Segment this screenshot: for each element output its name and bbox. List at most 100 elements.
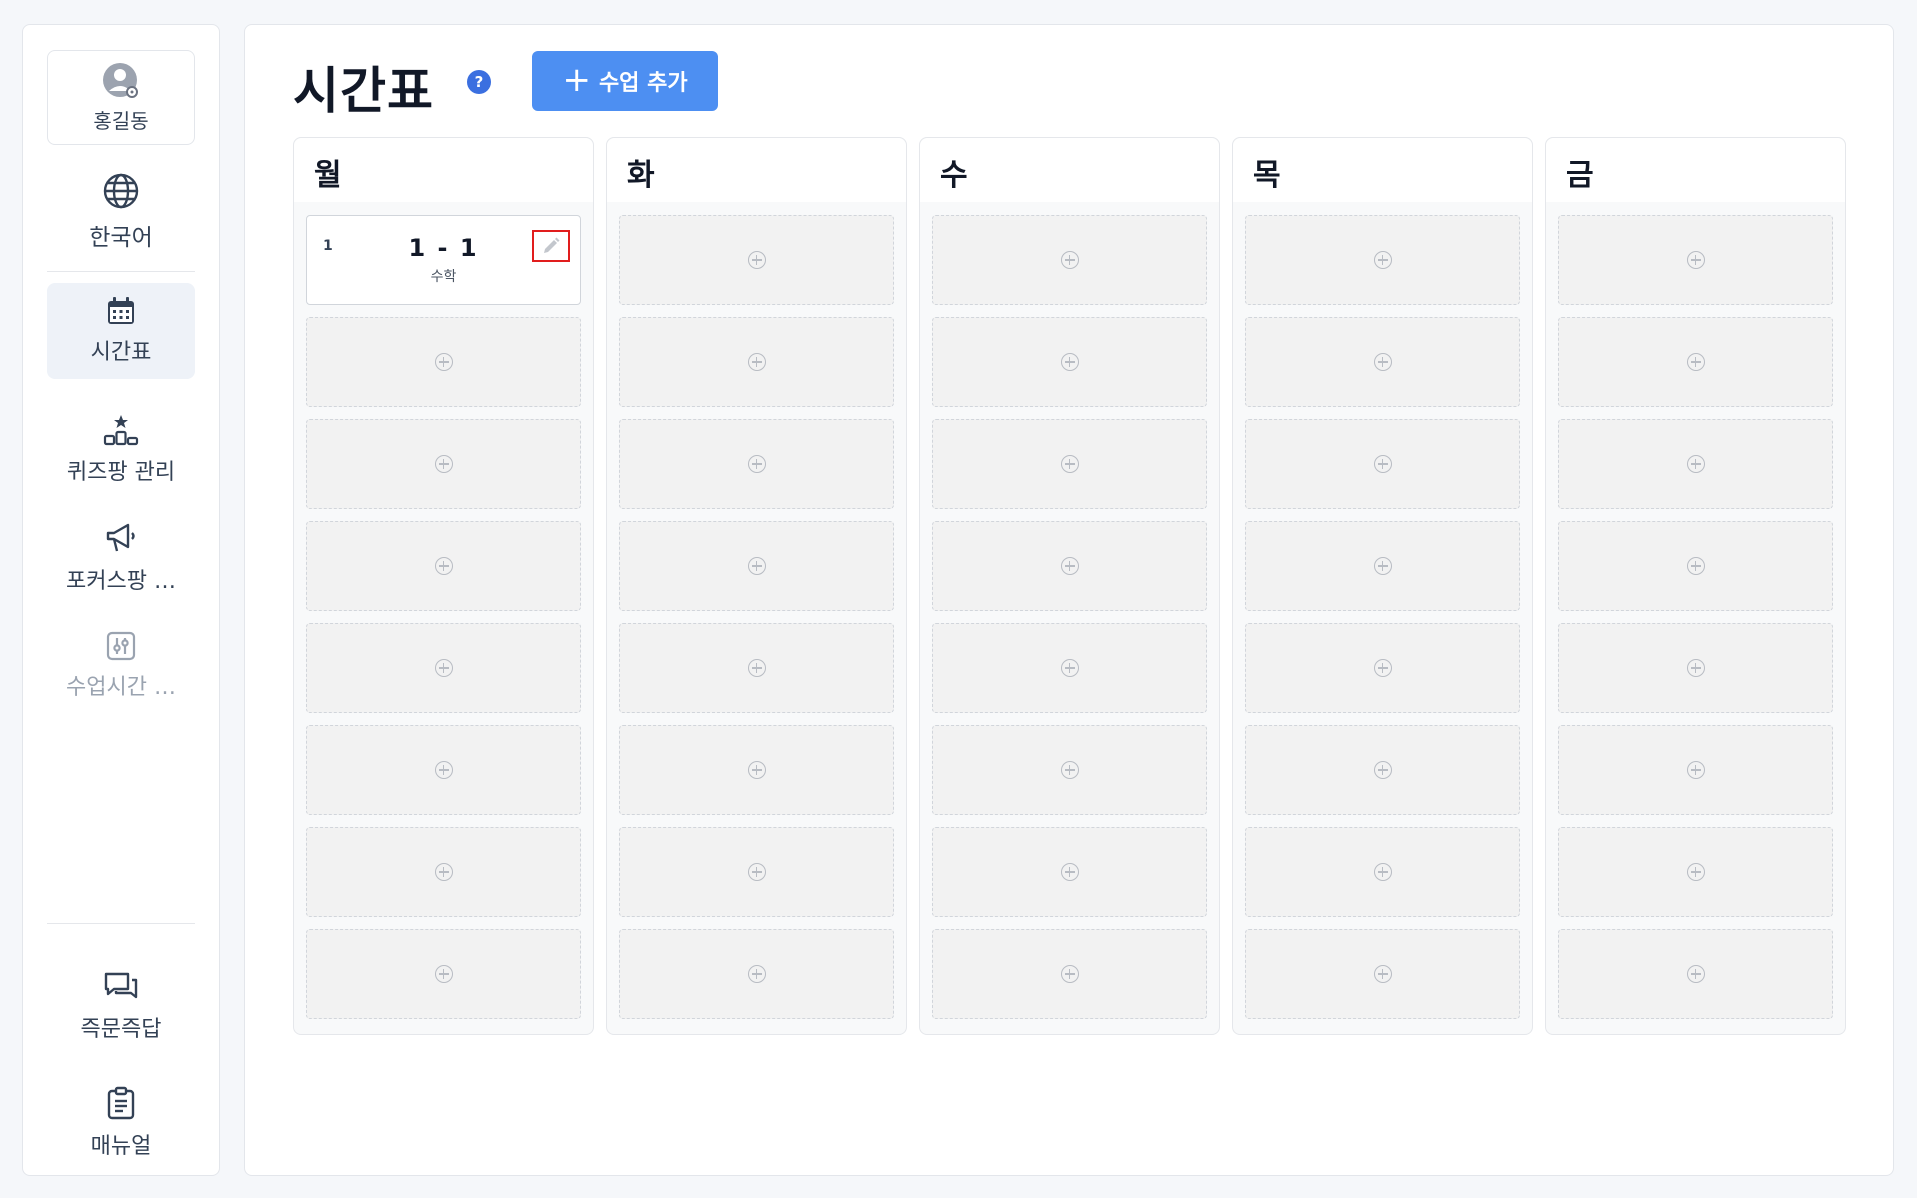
- day-column-mon: 월 1 1 - 1 수학: [293, 137, 594, 1035]
- profile-button[interactable]: 홍길동: [47, 50, 195, 145]
- day-header: 목: [1233, 138, 1532, 202]
- sidebar-item-label: 수업시간 …: [66, 675, 176, 700]
- empty-slot[interactable]: [1245, 827, 1520, 917]
- sidebar-item-timetable[interactable]: 시간표: [47, 283, 195, 379]
- sidebar-item-qna[interactable]: 즉문즉답: [47, 959, 195, 1055]
- empty-slot[interactable]: [619, 623, 894, 713]
- help-icon[interactable]: ?: [467, 70, 491, 94]
- add-circle-icon: [434, 965, 453, 983]
- add-circle-icon: [1686, 251, 1705, 269]
- empty-slot[interactable]: [1558, 929, 1833, 1019]
- empty-slot[interactable]: [306, 521, 581, 611]
- empty-slot[interactable]: [1245, 317, 1520, 407]
- empty-slot[interactable]: [306, 623, 581, 713]
- sidebar-item-label: 퀴즈팡 관리: [66, 460, 176, 485]
- empty-slot[interactable]: [932, 521, 1207, 611]
- empty-slot[interactable]: [932, 725, 1207, 815]
- add-circle-icon: [1686, 557, 1705, 575]
- empty-slot[interactable]: [619, 317, 894, 407]
- day-header: 화: [607, 138, 906, 202]
- empty-slot[interactable]: [619, 929, 894, 1019]
- add-circle-icon: [434, 761, 453, 779]
- empty-slot[interactable]: [306, 725, 581, 815]
- empty-slot[interactable]: [932, 419, 1207, 509]
- sidebar-item-classtime[interactable]: 수업시간 …: [47, 621, 195, 711]
- empty-slot[interactable]: [619, 827, 894, 917]
- add-circle-icon: [1373, 251, 1392, 269]
- empty-slot[interactable]: [1245, 419, 1520, 509]
- day-column-thu: 목: [1232, 137, 1533, 1035]
- empty-slot[interactable]: [1558, 623, 1833, 713]
- empty-slot[interactable]: [1558, 215, 1833, 305]
- empty-slot[interactable]: [1558, 521, 1833, 611]
- day-column-wed: 수: [919, 137, 1220, 1035]
- empty-slot[interactable]: [619, 725, 894, 815]
- empty-slot[interactable]: [619, 419, 894, 509]
- add-circle-icon: [1060, 863, 1079, 881]
- empty-slot[interactable]: [306, 317, 581, 407]
- user-settings-icon: [101, 61, 141, 101]
- plus-icon: +: [562, 59, 591, 100]
- add-circle-icon: [1060, 557, 1079, 575]
- sidebar-item-label: 포커스팡 …: [66, 569, 176, 594]
- add-circle-icon: [434, 557, 453, 575]
- page-title: 시간표: [293, 62, 434, 120]
- add-circle-icon: [434, 353, 453, 371]
- empty-slot[interactable]: [932, 215, 1207, 305]
- add-circle-icon: [1060, 353, 1079, 371]
- subject-name: 수학: [430, 269, 457, 285]
- add-circle-icon: [747, 251, 766, 269]
- empty-slot[interactable]: [306, 827, 581, 917]
- add-circle-icon: [747, 557, 766, 575]
- empty-slot[interactable]: [306, 929, 581, 1019]
- add-circle-icon: [1373, 863, 1392, 881]
- day-column-tue: 화: [606, 137, 907, 1035]
- empty-slot[interactable]: [1558, 725, 1833, 815]
- class-slot[interactable]: 1 1 - 1 수학: [306, 215, 581, 305]
- empty-slot[interactable]: [932, 317, 1207, 407]
- add-circle-icon: [1373, 761, 1392, 779]
- sidebar-item-focus[interactable]: 포커스팡 …: [47, 513, 195, 603]
- add-circle-icon: [434, 863, 453, 881]
- add-circle-icon: [1060, 761, 1079, 779]
- empty-slot[interactable]: [619, 521, 894, 611]
- empty-slot[interactable]: [1558, 317, 1833, 407]
- add-class-button[interactable]: + 수업 추가: [532, 51, 718, 111]
- day-header: 금: [1546, 138, 1845, 202]
- add-circle-icon: [1686, 353, 1705, 371]
- empty-slot[interactable]: [1558, 827, 1833, 917]
- sidebar-divider: [47, 271, 195, 272]
- add-circle-icon: [1060, 251, 1079, 269]
- day-header: 월: [294, 138, 593, 202]
- add-circle-icon: [1373, 353, 1392, 371]
- language-button[interactable]: 한국어: [47, 167, 195, 257]
- sidebar-item-manual[interactable]: 매뉴얼: [47, 1075, 195, 1171]
- add-class-label: 수업 추가: [598, 71, 688, 96]
- empty-slot[interactable]: [619, 215, 894, 305]
- empty-slot[interactable]: [1245, 725, 1520, 815]
- empty-slot[interactable]: [1245, 215, 1520, 305]
- empty-slot[interactable]: [932, 929, 1207, 1019]
- add-circle-icon: [434, 659, 453, 677]
- empty-slot[interactable]: [1245, 623, 1520, 713]
- podium-icon: [103, 414, 139, 446]
- edit-button[interactable]: [532, 230, 570, 262]
- add-circle-icon: [1686, 761, 1705, 779]
- add-circle-icon: [747, 863, 766, 881]
- class-name: 1 - 1: [408, 234, 479, 262]
- empty-slot[interactable]: [1558, 419, 1833, 509]
- add-circle-icon: [747, 965, 766, 983]
- empty-slot[interactable]: [932, 827, 1207, 917]
- empty-slot[interactable]: [1245, 521, 1520, 611]
- pencil-icon: [544, 237, 560, 253]
- sidebar-item-label: 시간표: [90, 340, 152, 365]
- empty-slot[interactable]: [306, 419, 581, 509]
- sidebar-item-label: 즉문즉답: [80, 1017, 162, 1042]
- empty-slot[interactable]: [932, 623, 1207, 713]
- add-circle-icon: [1373, 659, 1392, 677]
- empty-slot[interactable]: [1245, 929, 1520, 1019]
- profile-name: 홍길동: [93, 109, 149, 133]
- add-circle-icon: [747, 353, 766, 371]
- sidebar-item-quiz[interactable]: 퀴즈팡 관리: [47, 405, 195, 495]
- calendar-icon: [106, 296, 136, 326]
